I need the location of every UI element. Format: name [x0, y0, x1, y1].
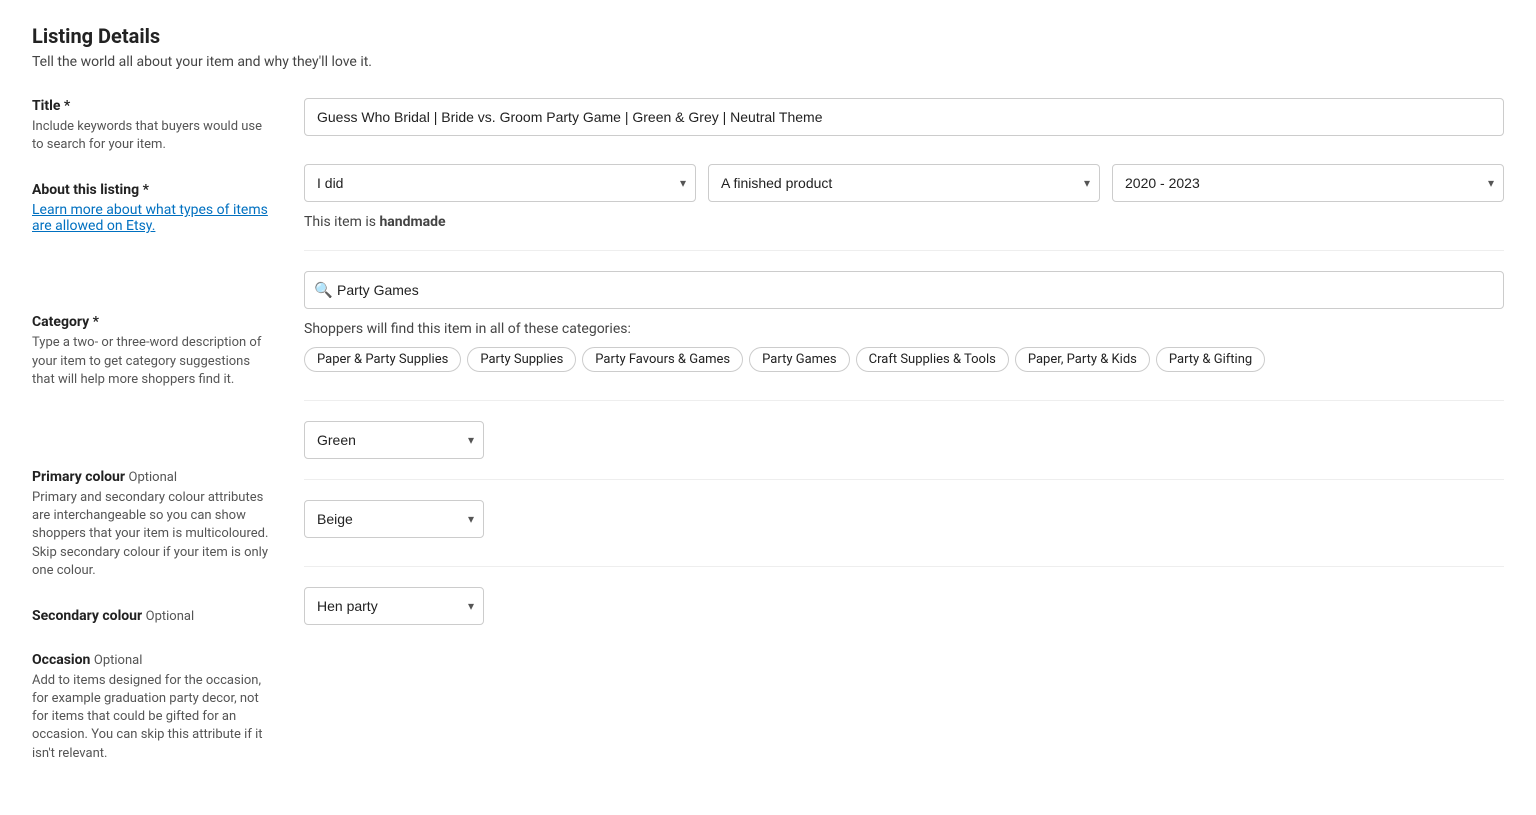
what-is-it-select[interactable]: A finished product A supply or tool to m… — [708, 164, 1100, 202]
title-input[interactable] — [304, 98, 1504, 136]
divider-4 — [304, 566, 1504, 567]
primary-colour-select[interactable]: Green White Black Blue Red Yellow Pink P… — [304, 421, 484, 459]
divider-2 — [304, 400, 1504, 401]
who-made-wrapper: I did A member of my shop Another compan… — [304, 164, 696, 202]
sidebar-primary-colour-desc: Primary and secondary colour attributes … — [32, 489, 272, 580]
sidebar-about-label: About this listing * — [32, 182, 272, 198]
category-tag-party-games[interactable]: Party Games — [749, 347, 849, 372]
category-tag-paper-party-kids[interactable]: Paper, Party & Kids — [1015, 347, 1150, 372]
what-is-it-wrapper: A finished product A supply or tool to m… — [708, 164, 1100, 202]
secondary-colour-wrapper: Beige White Black Blue Red Yellow Pink P… — [304, 500, 484, 538]
occasion-wrapper: Hen party Birthday Wedding Baby shower C… — [304, 587, 484, 625]
occasion-section: Hen party Birthday Wedding Baby shower C… — [304, 587, 1504, 625]
sidebar-category-section: Category * Type a two- or three-word des… — [32, 314, 272, 389]
category-tags: Paper & Party Supplies Party Supplies Pa… — [304, 347, 1504, 372]
sidebar-category-desc: Type a two- or three-word description of… — [32, 334, 272, 389]
primary-colour-wrapper: Green White Black Blue Red Yellow Pink P… — [304, 421, 484, 459]
sidebar-primary-colour-label: Primary colour Optional — [32, 469, 272, 485]
when-made-wrapper: 2020 - 2023 2010 - 2019 2001 - 2009 Befo… — [1112, 164, 1504, 202]
when-made-select[interactable]: 2020 - 2023 2010 - 2019 2001 - 2009 Befo… — [1112, 164, 1504, 202]
handmade-notice: This item is handmade — [304, 214, 1504, 230]
category-tag-paper-party[interactable]: Paper & Party Supplies — [304, 347, 461, 372]
sidebar-secondary-colour-section: Secondary colour Optional — [32, 608, 272, 624]
sidebar-occasion-section: Occasion Optional Add to items designed … — [32, 652, 272, 763]
secondary-colour-select[interactable]: Beige White Black Blue Red Yellow Pink P… — [304, 500, 484, 538]
sidebar-title-desc: Include keywords that buyers would use t… — [32, 118, 272, 154]
secondary-colour-section: Beige White Black Blue Red Yellow Pink P… — [304, 500, 1504, 538]
title-section — [304, 98, 1504, 136]
sidebar-title-label: Title * — [32, 98, 272, 114]
sidebar-about-link[interactable]: Learn more about what types of items are… — [32, 202, 268, 234]
who-made-select[interactable]: I did A member of my shop Another compan… — [304, 164, 696, 202]
sidebar-about-section: About this listing * Learn more about wh… — [32, 182, 272, 234]
sidebar-occasion-label: Occasion Optional — [32, 652, 272, 668]
category-tag-party-supplies[interactable]: Party Supplies — [467, 347, 576, 372]
divider-3 — [304, 479, 1504, 480]
occasion-select[interactable]: Hen party Birthday Wedding Baby shower C… — [304, 587, 484, 625]
sidebar-category-label: Category * — [32, 314, 272, 330]
category-search-input[interactable] — [304, 271, 1504, 309]
shoppers-label: Shoppers will find this item in all of t… — [304, 321, 1504, 337]
primary-colour-section: Green White Black Blue Red Yellow Pink P… — [304, 421, 1504, 459]
category-section: 🔍 Shoppers will find this item in all of… — [304, 271, 1504, 372]
sidebar-secondary-colour-label: Secondary colour Optional — [32, 608, 272, 624]
category-search-wrapper: 🔍 — [304, 271, 1504, 309]
about-section: I did A member of my shop Another compan… — [304, 164, 1504, 202]
category-tag-party-gifting[interactable]: Party & Gifting — [1156, 347, 1265, 372]
sidebar-occasion-desc: Add to items designed for the occasion, … — [32, 672, 272, 763]
search-icon: 🔍 — [314, 281, 333, 299]
page-subtitle: Tell the world all about your item and w… — [32, 54, 1504, 70]
page-title: Listing Details — [32, 24, 1504, 48]
sidebar-primary-colour-section: Primary colour Optional Primary and seco… — [32, 469, 272, 580]
category-tag-party-favours[interactable]: Party Favours & Games — [582, 347, 743, 372]
sidebar-title-section: Title * Include keywords that buyers wou… — [32, 98, 272, 154]
divider-1 — [304, 250, 1504, 251]
category-tag-craft-supplies[interactable]: Craft Supplies & Tools — [856, 347, 1009, 372]
